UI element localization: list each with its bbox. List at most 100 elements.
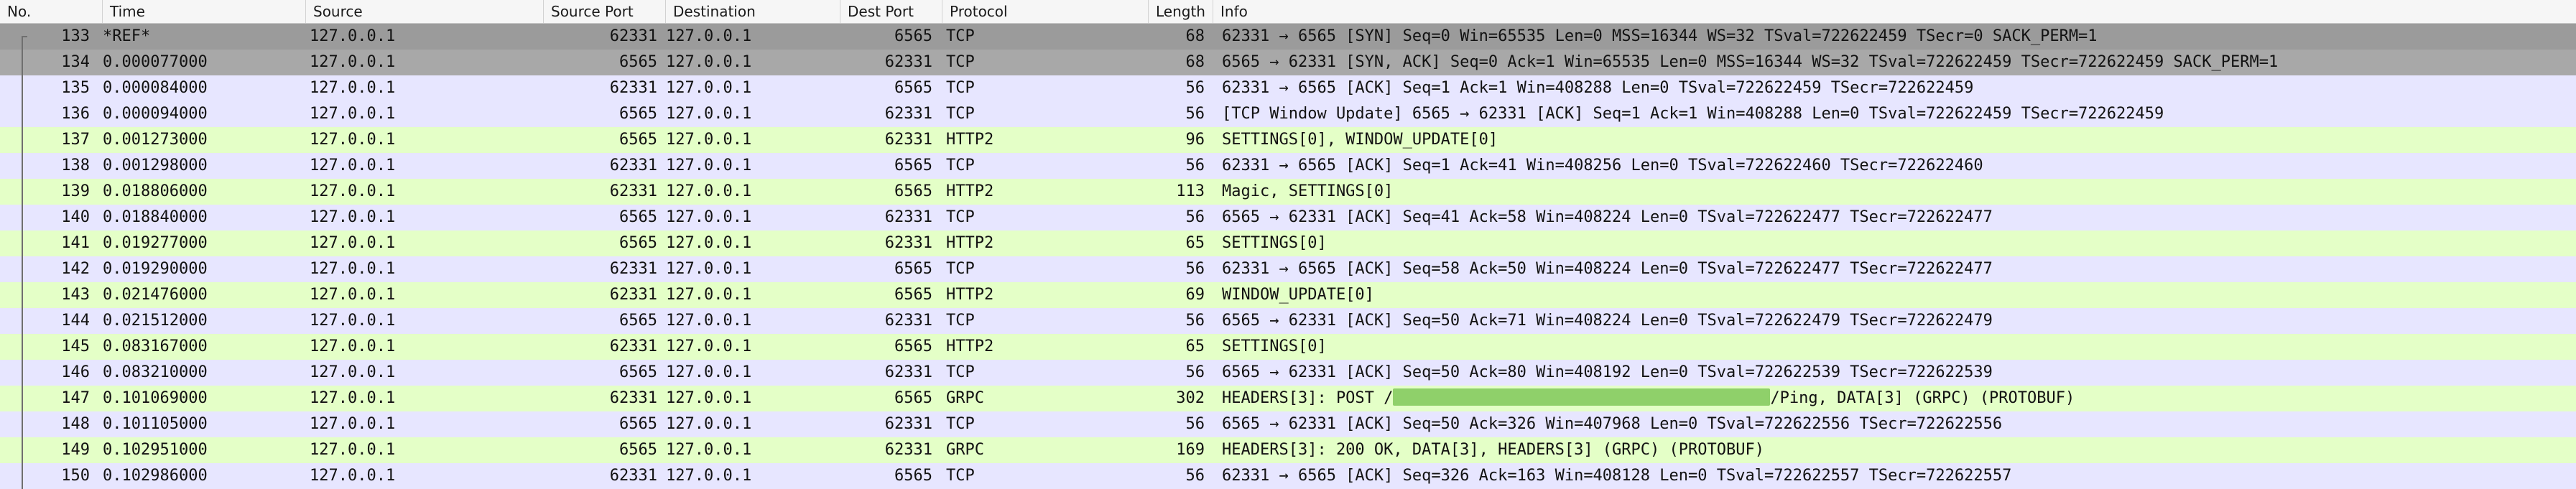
packet-row[interactable]: 149 0.102951000 127.0.0.1 6565 127.0.0.1 6233… xyxy=(0,437,2576,463)
cell-dest-port: 62331 xyxy=(884,312,932,330)
cell-time: 0.101069000 xyxy=(103,389,208,407)
packet-row[interactable]: 147 0.101069000 127.0.0.1 62331 127.0.0.1 656… xyxy=(0,386,2576,411)
cell-length: 56 xyxy=(1185,467,1205,485)
cell-source-port: 6565 xyxy=(619,415,657,433)
cell-no: 139 xyxy=(61,182,90,200)
cell-source: 127.0.0.1 xyxy=(310,415,396,433)
cell-length: 56 xyxy=(1185,105,1205,123)
cell-dest-port: 6565 xyxy=(894,79,932,97)
cell-time: 0.021512000 xyxy=(103,312,208,330)
packet-row[interactable]: 134 0.000077000 127.0.0.1 6565 127.0.0.1 6233… xyxy=(0,50,2576,75)
cell-protocol: GRPC xyxy=(946,441,984,459)
cell-protocol: GRPC xyxy=(946,389,984,407)
packet-list[interactable]: No. Time Source Source Port Destination … xyxy=(0,0,2576,489)
cell-destination: 127.0.0.1 xyxy=(666,208,752,226)
cell-destination: 127.0.0.1 xyxy=(666,286,752,304)
cell-protocol: HTTP2 xyxy=(946,337,994,355)
cell-dest-port: 6565 xyxy=(894,337,932,355)
column-header-no[interactable]: No. xyxy=(0,0,103,23)
cell-length: 56 xyxy=(1185,208,1205,226)
cell-destination: 127.0.0.1 xyxy=(666,260,752,278)
cell-time: 0.102951000 xyxy=(103,441,208,459)
cell-source: 127.0.0.1 xyxy=(310,53,396,71)
cell-no: 141 xyxy=(61,234,90,252)
cell-dest-port: 62331 xyxy=(884,131,932,149)
cell-length: 56 xyxy=(1185,79,1205,97)
cell-length: 56 xyxy=(1185,415,1205,433)
column-header-destination[interactable]: Destination xyxy=(666,0,840,23)
packet-row[interactable]: 139 0.018806000 127.0.0.1 62331 127.0.0.1 656… xyxy=(0,179,2576,205)
cell-source-port: 6565 xyxy=(619,363,657,381)
cell-no: 143 xyxy=(61,286,90,304)
cell-destination: 127.0.0.1 xyxy=(666,105,752,123)
cell-source-port: 6565 xyxy=(619,53,657,71)
cell-destination: 127.0.0.1 xyxy=(666,27,752,45)
cell-time: 0.083210000 xyxy=(103,363,208,381)
packet-row[interactable]: 146 0.083210000 127.0.0.1 6565 127.0.0.1 6233… xyxy=(0,360,2576,386)
cell-source: 127.0.0.1 xyxy=(310,131,396,149)
packet-row[interactable]: 143 0.021476000 127.0.0.1 62331 127.0.0.1 656… xyxy=(0,282,2576,308)
cell-info: HEADERS[3]: POST / /Ping, DATA[3] (GRPC) … xyxy=(1222,386,2572,411)
cell-no: 142 xyxy=(61,260,90,278)
cell-time: 0.019277000 xyxy=(103,234,208,252)
cell-no: 137 xyxy=(61,131,90,149)
packet-row[interactable]: 138 0.001298000 127.0.0.1 62331 127.0.0.1 656… xyxy=(0,153,2576,179)
cell-source-port: 62331 xyxy=(609,286,657,304)
cell-dest-port: 6565 xyxy=(894,389,932,407)
packet-row[interactable]: 144 0.021512000 127.0.0.1 6565 127.0.0.1 6233… xyxy=(0,308,2576,334)
cell-destination: 127.0.0.1 xyxy=(666,415,752,433)
packet-row[interactable]: 150 0.102986000 127.0.0.1 62331 127.0.0.1 656… xyxy=(0,463,2576,489)
cell-protocol: TCP xyxy=(946,467,975,485)
cell-time: 0.000077000 xyxy=(103,53,208,71)
cell-length: 56 xyxy=(1185,363,1205,381)
column-header-time[interactable]: Time xyxy=(103,0,306,23)
cell-source: 127.0.0.1 xyxy=(310,105,396,123)
packet-row[interactable]: 133 *REF* 127.0.0.1 62331 127.0.0.1 6565 TCP 68… xyxy=(0,24,2576,50)
cell-info: 62331 → 6565 [SYN] Seq=0 Win=65535 Len=0… xyxy=(1222,27,2098,45)
packet-row[interactable]: 142 0.019290000 127.0.0.1 62331 127.0.0.1 656… xyxy=(0,256,2576,282)
packet-rows: 133 *REF* 127.0.0.1 62331 127.0.0.1 6565 TCP 68… xyxy=(0,24,2576,489)
column-header-dest-port[interactable]: Dest Port xyxy=(840,0,942,23)
column-header-row: No. Time Source Source Port Destination … xyxy=(0,0,2576,24)
cell-source-port: 6565 xyxy=(619,105,657,123)
packet-row[interactable]: 141 0.019277000 127.0.0.1 6565 127.0.0.1 6233… xyxy=(0,230,2576,256)
cell-info: 6565 → 62331 [ACK] Seq=50 Ack=326 Win=40… xyxy=(1222,415,2003,433)
packet-row[interactable]: 148 0.101105000 127.0.0.1 6565 127.0.0.1 6233… xyxy=(0,411,2576,437)
packet-row[interactable]: 145 0.083167000 127.0.0.1 62331 127.0.0.1 656… xyxy=(0,334,2576,360)
cell-dest-port: 62331 xyxy=(884,234,932,252)
packet-row[interactable]: 140 0.018840000 127.0.0.1 6565 127.0.0.1 6233… xyxy=(0,205,2576,230)
cell-time: 0.018806000 xyxy=(103,182,208,200)
column-header-protocol[interactable]: Protocol xyxy=(942,0,1149,23)
column-header-source[interactable]: Source xyxy=(306,0,544,23)
cell-info: 6565 → 62331 [ACK] Seq=50 Ack=80 Win=408… xyxy=(1222,363,1993,381)
packet-row[interactable]: 135 0.000084000 127.0.0.1 62331 127.0.0.1 656… xyxy=(0,75,2576,101)
cell-destination: 127.0.0.1 xyxy=(666,157,752,174)
packet-row[interactable]: 137 0.001273000 127.0.0.1 6565 127.0.0.1 6233… xyxy=(0,127,2576,153)
cell-dest-port: 62331 xyxy=(884,53,932,71)
cell-time: 0.000084000 xyxy=(103,79,208,97)
cell-info: HEADERS[3]: 200 OK, DATA[3], HEADERS[3] … xyxy=(1222,441,1764,459)
cell-no: 150 xyxy=(61,467,90,485)
cell-source-port: 62331 xyxy=(609,467,657,485)
cell-source: 127.0.0.1 xyxy=(310,286,396,304)
cell-source-port: 62331 xyxy=(609,260,657,278)
cell-source-port: 62331 xyxy=(609,389,657,407)
redacted-service-path xyxy=(1393,388,1771,406)
cell-destination: 127.0.0.1 xyxy=(666,337,752,355)
cell-no: 138 xyxy=(61,157,90,174)
cell-protocol: HTTP2 xyxy=(946,182,994,200)
cell-time: 0.083167000 xyxy=(103,337,208,355)
cell-info: 62331 → 6565 [ACK] Seq=58 Ack=50 Win=408… xyxy=(1222,260,1993,278)
cell-source-port: 6565 xyxy=(619,234,657,252)
cell-source: 127.0.0.1 xyxy=(310,389,396,407)
cell-protocol: TCP xyxy=(946,79,975,97)
cell-info: 6565 → 62331 [SYN, ACK] Seq=0 Ack=1 Win=… xyxy=(1222,53,2279,71)
column-header-info[interactable]: Info xyxy=(1213,0,2576,23)
column-header-length[interactable]: Length xyxy=(1149,0,1213,23)
cell-info: 6565 → 62331 [ACK] Seq=41 Ack=58 Win=408… xyxy=(1222,208,1993,226)
cell-dest-port: 6565 xyxy=(894,157,932,174)
cell-no: 136 xyxy=(61,105,90,123)
column-header-source-port[interactable]: Source Port xyxy=(544,0,666,23)
packet-row[interactable]: 136 0.000094000 127.0.0.1 6565 127.0.0.1 6233… xyxy=(0,101,2576,127)
cell-info: SETTINGS[0] xyxy=(1222,337,1327,355)
